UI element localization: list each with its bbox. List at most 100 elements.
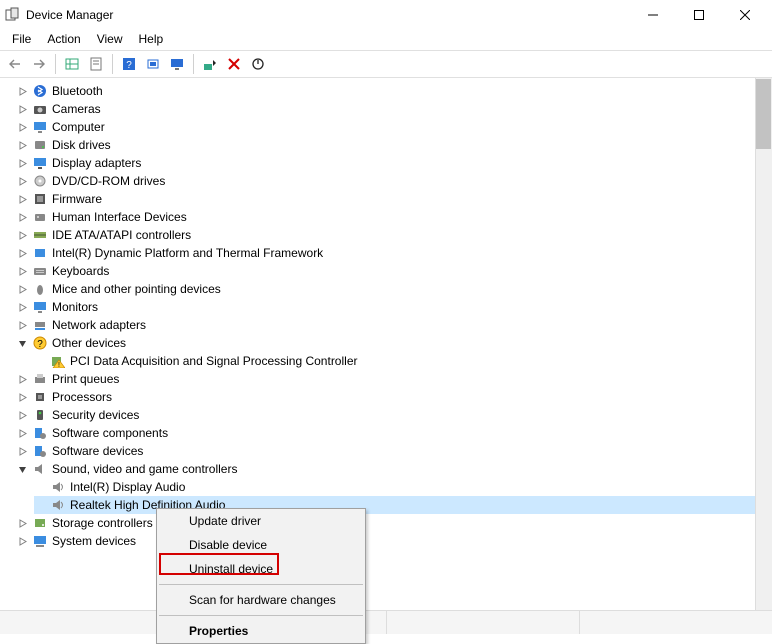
- show-hide-tree-button[interactable]: [61, 53, 83, 75]
- tree-category[interactable]: Firmware: [16, 190, 772, 208]
- disable-button[interactable]: [247, 53, 269, 75]
- tree-leaf[interactable]: Realtek High Definition Audio: [34, 496, 772, 514]
- properties-button[interactable]: [85, 53, 107, 75]
- back-button[interactable]: [4, 53, 26, 75]
- chevron-right-icon[interactable]: [16, 427, 28, 439]
- chevron-right-icon[interactable]: [16, 193, 28, 205]
- update-driver-button[interactable]: [199, 53, 221, 75]
- tree-leaf[interactable]: !PCI Data Acquisition and Signal Process…: [34, 352, 772, 370]
- close-button[interactable]: [722, 0, 768, 30]
- chevron-right-icon[interactable]: [16, 247, 28, 259]
- tree-category[interactable]: Disk drives: [16, 136, 772, 154]
- menu-file[interactable]: File: [4, 30, 39, 50]
- chevron-down-icon[interactable]: [16, 337, 28, 349]
- tree-item-label: System devices: [52, 534, 144, 548]
- tree-item-label: Software components: [52, 426, 176, 440]
- tree-category[interactable]: Software devices: [16, 442, 772, 460]
- help-button[interactable]: ?: [118, 53, 140, 75]
- tree-category[interactable]: Monitors: [16, 298, 772, 316]
- monitor-button[interactable]: [166, 53, 188, 75]
- menu-help[interactable]: Help: [131, 30, 172, 50]
- tree-item-label: Computer: [52, 120, 113, 134]
- chevron-right-icon[interactable]: [16, 121, 28, 133]
- chevron-down-icon[interactable]: [16, 463, 28, 475]
- tree-item-label: DVD/CD-ROM drives: [52, 174, 173, 188]
- scrollbar[interactable]: [755, 78, 772, 610]
- chevron-right-icon[interactable]: [16, 211, 28, 223]
- chevron-right-icon[interactable]: [16, 139, 28, 151]
- speaker-icon: [50, 497, 66, 513]
- tree-category[interactable]: System devices: [16, 532, 772, 550]
- context-scan-hardware[interactable]: Scan for hardware changes: [157, 588, 365, 612]
- tree-category[interactable]: Keyboards: [16, 262, 772, 280]
- chevron-right-icon[interactable]: [16, 319, 28, 331]
- chevron-right-icon[interactable]: [16, 229, 28, 241]
- context-update-driver[interactable]: Update driver: [157, 509, 365, 533]
- tree-category[interactable]: Storage controllers: [16, 514, 772, 532]
- tree-category[interactable]: IDE ATA/ATAPI controllers: [16, 226, 772, 244]
- tree-item-label: Storage controllers: [52, 516, 161, 530]
- tree-category[interactable]: Computer: [16, 118, 772, 136]
- bluetooth-icon: [32, 83, 48, 99]
- chevron-right-icon[interactable]: [16, 85, 28, 97]
- tree-category[interactable]: Bluetooth: [16, 82, 772, 100]
- tree-category[interactable]: Processors: [16, 388, 772, 406]
- tree-category[interactable]: Display adapters: [16, 154, 772, 172]
- tree-leaf[interactable]: Intel(R) Display Audio: [34, 478, 772, 496]
- tree-category[interactable]: Human Interface Devices: [16, 208, 772, 226]
- tree-category[interactable]: Network adapters: [16, 316, 772, 334]
- tree-category[interactable]: Cameras: [16, 100, 772, 118]
- tree-item-label: Disk drives: [52, 138, 119, 152]
- tree-item-label: Monitors: [52, 300, 106, 314]
- mouse-icon: [32, 281, 48, 297]
- chevron-right-icon[interactable]: [16, 157, 28, 169]
- maximize-button[interactable]: [676, 0, 722, 30]
- tree-item-label: Human Interface Devices: [52, 210, 195, 224]
- hid-icon: [32, 209, 48, 225]
- network-icon: [32, 317, 48, 333]
- processor-icon: [32, 389, 48, 405]
- context-uninstall-device[interactable]: Uninstall device: [157, 557, 365, 581]
- chevron-right-icon[interactable]: [16, 373, 28, 385]
- chevron-right-icon[interactable]: [16, 535, 28, 547]
- tree-item-label: Intel(R) Display Audio: [70, 480, 193, 494]
- tree-category[interactable]: Print queues: [16, 370, 772, 388]
- tree-category[interactable]: Sound, video and game controllers: [16, 460, 772, 478]
- app-icon: [4, 7, 20, 23]
- chevron-right-icon[interactable]: [16, 517, 28, 529]
- chevron-right-icon[interactable]: [16, 409, 28, 421]
- system-icon: [32, 533, 48, 549]
- tree-category[interactable]: Software components: [16, 424, 772, 442]
- printer-icon: [32, 371, 48, 387]
- tree-category[interactable]: Mice and other pointing devices: [16, 280, 772, 298]
- context-disable-device[interactable]: Disable device: [157, 533, 365, 557]
- tree-item-label: Processors: [52, 390, 120, 404]
- chevron-right-icon[interactable]: [16, 103, 28, 115]
- display-icon: [32, 155, 48, 171]
- chevron-right-icon[interactable]: [16, 283, 28, 295]
- chevron-right-icon[interactable]: [16, 391, 28, 403]
- warn-device-icon: !: [50, 353, 66, 369]
- minimize-button[interactable]: [630, 0, 676, 30]
- context-properties[interactable]: Properties: [157, 619, 365, 643]
- menu-view[interactable]: View: [89, 30, 131, 50]
- tree-category[interactable]: Security devices: [16, 406, 772, 424]
- chevron-right-icon[interactable]: [16, 301, 28, 313]
- chevron-right-icon[interactable]: [16, 175, 28, 187]
- tree-category[interactable]: Intel(R) Dynamic Platform and Thermal Fr…: [16, 244, 772, 262]
- forward-button[interactable]: [28, 53, 50, 75]
- menu-action[interactable]: Action: [39, 30, 88, 50]
- tree-item-label: IDE ATA/ATAPI controllers: [52, 228, 199, 242]
- dvd-icon: [32, 173, 48, 189]
- tree-category[interactable]: ?Other devices: [16, 334, 772, 352]
- chevron-right-icon[interactable]: [16, 265, 28, 277]
- sound-icon: [32, 461, 48, 477]
- scan-button[interactable]: [142, 53, 164, 75]
- chevron-right-icon[interactable]: [16, 445, 28, 457]
- tree-item-label: Firmware: [52, 192, 110, 206]
- tree-category[interactable]: DVD/CD-ROM drives: [16, 172, 772, 190]
- svg-text:?: ?: [37, 339, 43, 350]
- statusbar: [0, 610, 772, 634]
- intel-icon: [32, 245, 48, 261]
- uninstall-button[interactable]: [223, 53, 245, 75]
